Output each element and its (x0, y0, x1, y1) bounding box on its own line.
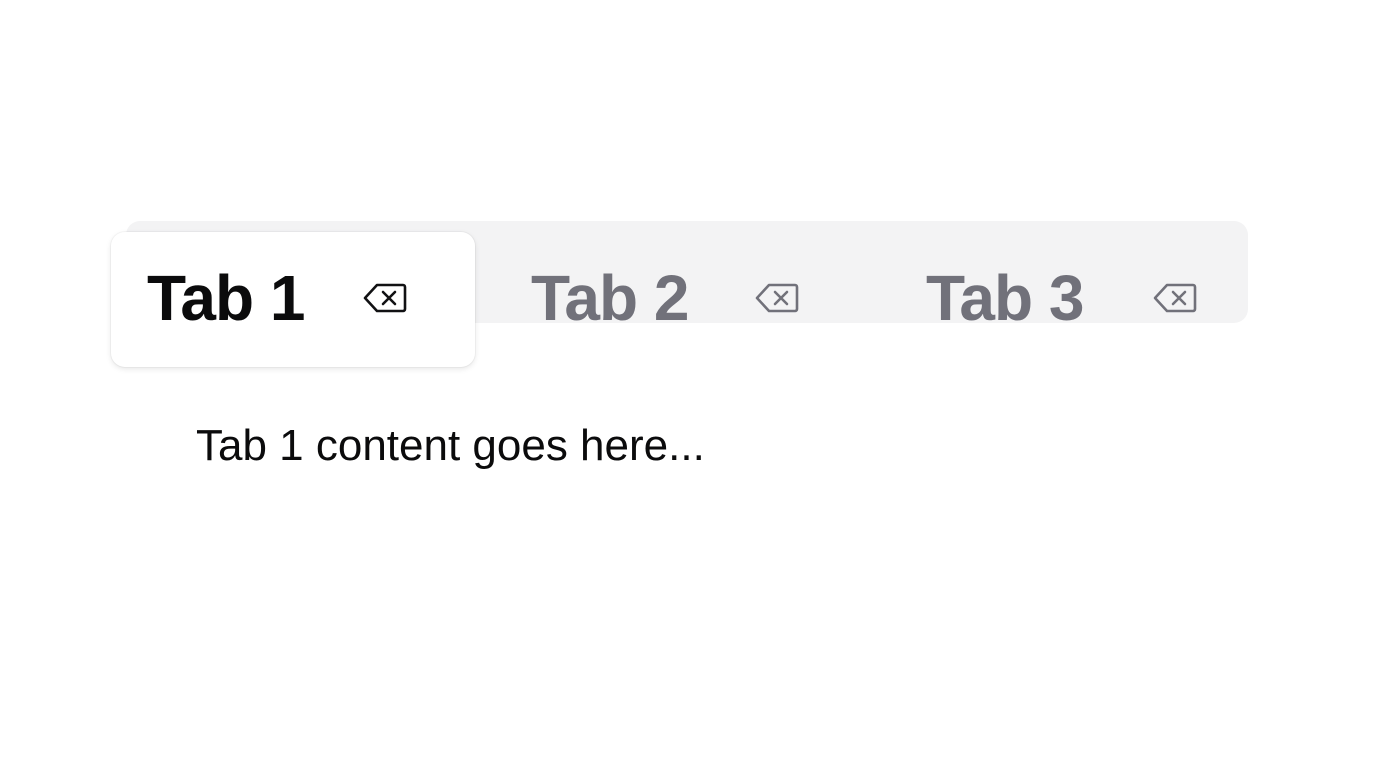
delete-backspace-icon (755, 283, 799, 313)
tab-3[interactable]: Tab 3 (890, 232, 1230, 367)
tab-1-close-icon[interactable] (363, 281, 407, 315)
delete-backspace-icon (1153, 283, 1197, 313)
tab-2-label: Tab 2 (531, 262, 689, 334)
tab-1[interactable]: Tab 1 (111, 232, 475, 367)
tab-3-close-icon[interactable] (1153, 281, 1197, 315)
tab-2-close-icon[interactable] (755, 281, 799, 315)
delete-backspace-icon (363, 283, 407, 313)
tab-2[interactable]: Tab 2 (495, 232, 875, 367)
tab-1-label: Tab 1 (147, 262, 305, 334)
tab-3-label: Tab 3 (926, 262, 1084, 334)
tab-panel-content: Tab 1 content goes here... (196, 421, 705, 470)
